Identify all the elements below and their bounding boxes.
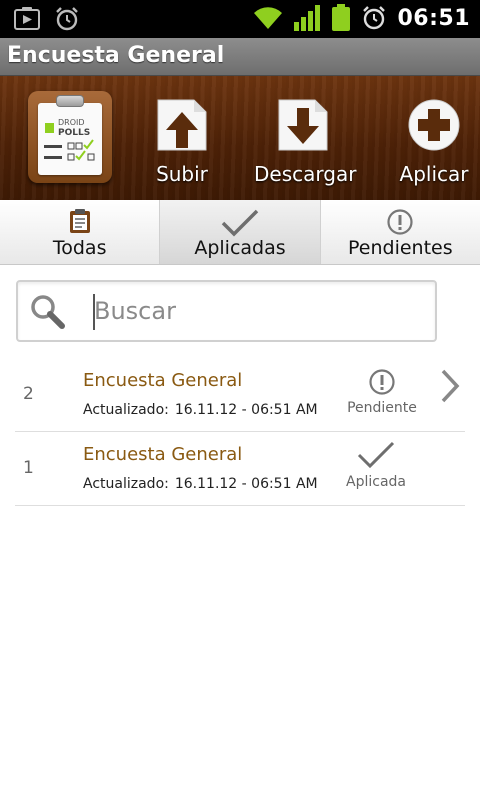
status-text: Aplicada (346, 474, 406, 490)
logo-text-droid: DROID (58, 118, 85, 127)
page-title: Encuesta General (7, 43, 225, 68)
tab-todas-label: Todas (52, 237, 107, 259)
list-item[interactable]: 2 Encuesta General Actualizado: 16.11.12 … (15, 358, 465, 432)
chevron-right-icon[interactable] (439, 368, 461, 404)
tab-bar: Todas Aplicadas Pendientes (0, 200, 480, 265)
play-store-icon (14, 7, 40, 30)
tab-pendientes-label: Pendientes (348, 237, 453, 259)
logo-text-polls: POLLS (58, 128, 90, 138)
item-updated: Actualizado: 16.11.12 - 06:51 AM (83, 476, 318, 492)
clipboard-icon (69, 209, 90, 233)
signal-icon (294, 5, 321, 31)
status-text: Pendiente (347, 400, 417, 416)
apply-label: Aplicar (399, 162, 469, 186)
alarm-clock-icon (363, 6, 386, 30)
item-updated-value: 16.11.12 - 06:51 AM (174, 402, 318, 418)
item-updated: Actualizado: 16.11.12 - 06:51 AM (83, 402, 318, 418)
tab-aplicadas[interactable]: Aplicadas (160, 200, 321, 264)
apply-button[interactable]: Aplicar (398, 98, 470, 186)
tab-aplicadas-label: Aplicadas (194, 237, 286, 259)
download-button[interactable]: Descargar (254, 98, 357, 186)
item-updated-label: Actualizado: (83, 402, 169, 418)
item-updated-value: 16.11.12 - 06:51 AM (174, 476, 318, 492)
search-box[interactable] (16, 280, 437, 342)
tab-pendientes[interactable]: Pendientes (320, 200, 480, 264)
toolbar: DROID POLLS Subir Descargar Aplicar (0, 76, 480, 200)
item-title: Encuesta General (83, 370, 243, 391)
status-badge: Aplicada (331, 440, 421, 490)
upload-button[interactable]: Subir (150, 98, 214, 186)
logo-paper: DROID POLLS (38, 103, 102, 175)
wifi-icon (254, 7, 283, 29)
status-badge: Pendiente (337, 368, 427, 416)
upload-label: Subir (156, 162, 208, 186)
clip-icon (56, 95, 84, 107)
download-label: Descargar (254, 162, 357, 186)
clipboard-logo-icon: DROID POLLS (44, 118, 95, 161)
item-title: Encuesta General (83, 444, 243, 465)
download-icon (278, 99, 328, 151)
add-icon (408, 99, 460, 151)
checkmark-icon (357, 441, 395, 469)
battery-icon (332, 4, 351, 31)
status-time: 06:51 (397, 5, 470, 31)
item-number: 2 (23, 384, 34, 404)
search-icon (31, 295, 65, 329)
app-logo[interactable]: DROID POLLS (28, 91, 112, 183)
alarm-icon (56, 7, 78, 31)
search-input[interactable] (94, 290, 424, 332)
status-bar: 06:51 (0, 0, 480, 38)
item-number: 1 (23, 458, 34, 478)
list-item[interactable]: 1 Encuesta General Actualizado: 16.11.12 … (15, 432, 465, 506)
checkmark-icon (221, 209, 259, 237)
title-bar: Encuesta General (0, 38, 480, 76)
exclamation-icon (387, 209, 413, 235)
upload-icon (157, 99, 207, 151)
tab-todas[interactable]: Todas (0, 200, 161, 264)
item-updated-label: Actualizado: (83, 476, 169, 492)
exclamation-icon (369, 369, 395, 395)
